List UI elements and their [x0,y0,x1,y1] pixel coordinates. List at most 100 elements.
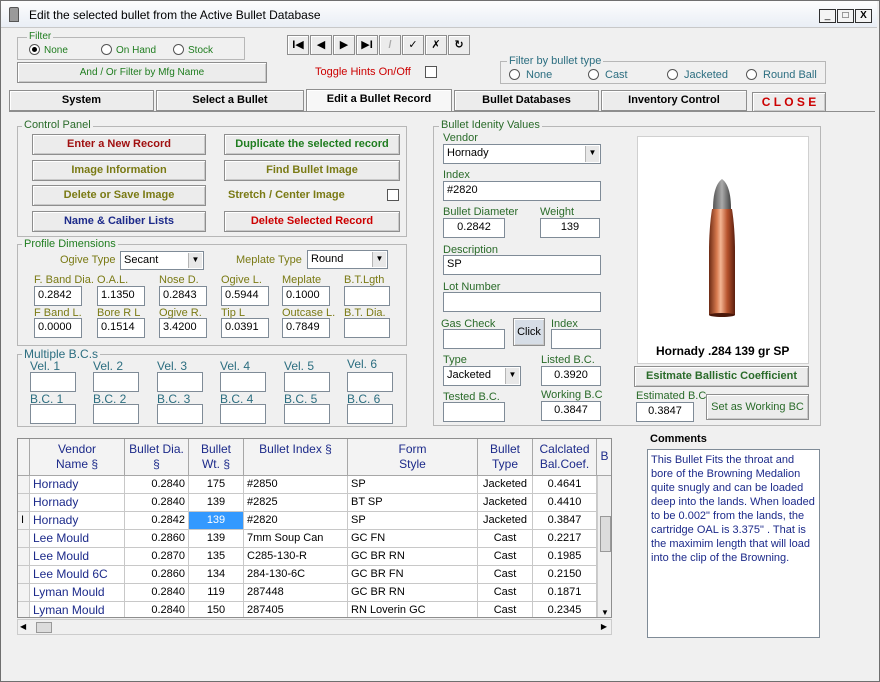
table-row[interactable]: I Hornady 0.2842 139 #2820 SP Jacketed 0.3847 [18,512,611,530]
vertical-scrollbar[interactable]: ▼ [597,476,611,617]
index-field[interactable]: #2820 [443,181,601,201]
col-header-b[interactable]: B [597,439,611,476]
type-none-radio[interactable] [509,69,520,80]
and-or-filter-button[interactable]: And / Or Filter by Mfg Name [17,62,267,83]
vel-5-field[interactable] [284,372,330,392]
index-cell[interactable]: 284-130-6C [244,566,348,584]
weight-cell[interactable]: 139 [189,530,244,548]
col-header-index[interactable]: Bullet Index § [244,439,348,476]
find-image-button[interactable]: Find Bullet Image [224,160,400,181]
vel-2-field[interactable] [93,372,139,392]
vendor-cell[interactable]: Lee Mould 6C [30,566,125,584]
bc-4-field[interactable] [220,404,266,424]
outcase-l-field[interactable]: 0.7849 [282,318,330,338]
index-cell[interactable]: 287405 [244,602,348,617]
tab-system[interactable]: System [9,90,154,111]
set-working-bc-button[interactable]: Set as Working BC [706,394,809,420]
dia-cell[interactable]: 0.2840 [125,584,189,602]
enter-new-record-button[interactable]: Enter a New Record [32,134,206,155]
bc-2-field[interactable] [93,404,139,424]
row-selector[interactable] [18,548,30,566]
tab-bullet-databases[interactable]: Bullet Databases [454,90,599,111]
refresh-button[interactable]: ↻ [448,35,470,55]
vendor-cell[interactable]: Lyman Mould [30,602,125,617]
type-cell[interactable]: Cast [478,530,533,548]
estimate-bc-button[interactable]: Esitmate Ballistic Coefficient [634,366,809,387]
index-cell[interactable]: C285-130-R [244,548,348,566]
comments-field[interactable]: This Bullet Fits the throat and bore of … [647,449,820,638]
dia-cell[interactable]: 0.2860 [125,566,189,584]
form-cell[interactable]: GC BR RN [348,548,478,566]
row-selector[interactable] [18,584,30,602]
dia-cell[interactable]: 0.2840 [125,476,189,494]
index-cell[interactable]: #2850 [244,476,348,494]
listed-bc-field[interactable]: 0.3920 [541,366,601,386]
calc-bc-cell[interactable]: 0.3847 [533,512,597,530]
dia-cell[interactable]: 0.2840 [125,494,189,512]
vendor-cell[interactable]: Lee Mould [30,548,125,566]
weight-cell[interactable]: 139 [189,494,244,512]
index-cell[interactable]: #2820 [244,512,348,530]
col-header-dia[interactable]: Bullet Dia. § [125,439,189,476]
name-caliber-lists-button[interactable]: Name & Caliber Lists [32,211,206,232]
vendor-select[interactable]: Hornady ▼ [443,144,601,164]
click-button[interactable]: Click [513,318,545,346]
toggle-hints-checkbox[interactable] [425,66,437,78]
col-header-weight[interactable]: Bullet Wt. § [189,439,244,476]
save-record-button[interactable]: ✓ [402,35,424,55]
row-selector[interactable] [18,566,30,584]
form-cell[interactable]: RN Loverin GC [348,602,478,617]
first-record-button[interactable]: I◀ [287,35,309,55]
col-header-type[interactable]: Bullet Type [478,439,533,476]
row-selector[interactable] [18,494,30,512]
form-cell[interactable]: SP [348,476,478,494]
gas-check-field[interactable] [443,329,505,349]
vertical-scroll-thumb[interactable] [600,516,611,552]
type-cell[interactable]: Jacketed [478,476,533,494]
dia-cell[interactable]: 0.2870 [125,548,189,566]
next-record-button[interactable]: ▶ [333,35,355,55]
filter-on-hand-radio[interactable] [101,44,112,55]
estimated-bc-field[interactable]: 0.3847 [636,402,694,422]
f-band-l-field[interactable]: 0.0000 [34,318,82,338]
diameter-field[interactable]: 0.2842 [443,218,505,238]
tested-bc-field[interactable] [443,402,505,422]
index-cell[interactable]: 287448 [244,584,348,602]
description-field[interactable]: SP [443,255,601,275]
close-window-button[interactable]: X [855,9,872,23]
col-header-vendor[interactable]: Vendor Name § [30,439,125,476]
stretch-center-checkbox[interactable] [387,189,399,201]
bc-5-field[interactable] [284,404,330,424]
calc-bc-cell[interactable]: 0.1871 [533,584,597,602]
vendor-cell[interactable]: Hornady [30,494,125,512]
calc-bc-cell[interactable]: 0.4410 [533,494,597,512]
tab-edit-record[interactable]: Edit a Bullet Record [306,89,452,112]
table-row[interactable]: Lyman Mould 0.2840 119 287448 GC BR RN Cast 0.… [18,584,611,602]
weight-cell[interactable]: 119 [189,584,244,602]
bc-3-field[interactable] [157,404,203,424]
weight-cell[interactable]: 139 [189,512,244,530]
ogive-type-select[interactable]: Secant ▼ [120,251,204,270]
f-band-dia-field[interactable]: 0.2842 [34,286,82,306]
tab-inventory-control[interactable]: Inventory Control [601,90,747,111]
table-row[interactable]: Hornady 0.2840 175 #2850 SP Jacketed 0.4641 [18,476,611,494]
form-cell[interactable]: GC BR RN [348,584,478,602]
bt-dia-field[interactable] [344,318,390,338]
index-cell[interactable]: #2825 [244,494,348,512]
row-selector[interactable] [18,476,30,494]
row-selector[interactable]: I [18,512,30,530]
last-record-button[interactable]: ▶I [356,35,378,55]
tip-l-field[interactable]: 0.0391 [221,318,269,338]
table-row[interactable]: Hornady 0.2840 139 #2825 BT SP Jacketed 0.4410 [18,494,611,512]
prev-record-button[interactable]: ◀ [310,35,332,55]
calc-bc-cell[interactable]: 0.1985 [533,548,597,566]
type-cell[interactable]: Cast [478,566,533,584]
delete-save-image-button[interactable]: Delete or Save Image [32,185,206,206]
weight-cell[interactable]: 134 [189,566,244,584]
working-bc-field[interactable]: 0.3847 [541,401,601,421]
dia-cell[interactable]: 0.2842 [125,512,189,530]
table-row[interactable]: Lee Mould 6C 0.2860 134 284-130-6C GC BR FN C… [18,566,611,584]
type-cell[interactable]: Jacketed [478,512,533,530]
ogive-l-field[interactable]: 0.5944 [221,286,269,306]
tab-select-bullet[interactable]: Select a Bullet [156,90,304,111]
